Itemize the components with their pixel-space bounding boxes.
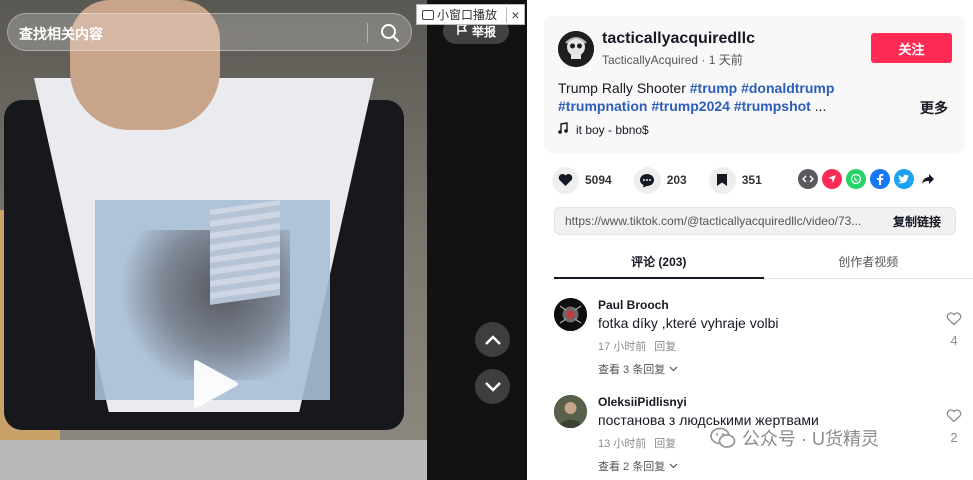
comment-meta: 17 小时前 回复 (598, 338, 676, 354)
page-root: 查找相关内容 举报 小窗口播放 × tacticallyacquiredllc … (0, 0, 973, 480)
view-replies-label: 查看 2 条回复 (598, 461, 666, 473)
embed-icon[interactable] (798, 169, 818, 189)
comment-like-count: 2 (950, 430, 958, 445)
commenter-avatar[interactable] (554, 298, 587, 331)
comment-time: 13 小时前 (598, 438, 647, 450)
tab-creator-videos[interactable]: 创作者视频 (764, 244, 973, 278)
commenter-name[interactable]: Paul Brooch (598, 298, 669, 312)
reply-button[interactable]: 回复 (654, 435, 676, 451)
report-label: 举报 (471, 24, 496, 39)
author-subline: TacticallyAcquired · 1 天前 (602, 51, 743, 68)
post-title: Trump Rally Shooter (558, 80, 686, 96)
author-card: tacticallyacquiredllc TacticallyAcquired… (544, 16, 965, 153)
share-link-box: https://www.tiktok.com/@tacticallyacquir… (554, 207, 956, 235)
dot-separator: · (701, 53, 709, 67)
view-replies-button[interactable]: 查看 3 条回复 (598, 361, 678, 377)
tab-bar: 评论 (203) 创作者视频 (554, 244, 973, 279)
comment-like-button[interactable]: 4 (944, 312, 964, 348)
save-button[interactable]: 351 (708, 166, 762, 194)
share-arrow-icon[interactable] (918, 169, 938, 189)
comment-text: fotka díky ,které vyhraje volbi (598, 315, 779, 331)
more-button[interactable]: 更多 (920, 98, 948, 118)
search-input[interactable]: 查找相关内容 (19, 24, 103, 44)
whatsapp-icon[interactable] (846, 169, 866, 189)
search-bar[interactable]: 查找相关内容 (7, 13, 412, 51)
share-buttons (798, 169, 938, 189)
share-link-text[interactable]: https://www.tiktok.com/@tacticallyacquir… (555, 214, 875, 228)
chevron-down-icon (484, 381, 501, 392)
post-time: 1 天前 (708, 53, 743, 67)
music-title: it boy - bbno$ (576, 122, 649, 137)
heart-outline-icon (946, 409, 962, 423)
facebook-icon[interactable] (870, 169, 890, 189)
pip-icon (422, 9, 434, 20)
bookmark-icon (708, 166, 736, 194)
hashtag-trumpnation[interactable]: #trumpnation (558, 98, 647, 114)
pip-label: 小窗口播放 (437, 8, 498, 22)
description-ellipsis: ... (814, 98, 827, 114)
next-video-button[interactable] (475, 369, 510, 404)
view-replies-label: 查看 3 条回复 (598, 364, 666, 376)
hashtag-donaldtrump[interactable]: #donaldtrump (741, 80, 834, 96)
comment-icon (633, 166, 661, 194)
picture-in-picture-button[interactable]: 小窗口播放 × (416, 4, 525, 25)
hashtag-trump2024[interactable]: #trump2024 (651, 98, 730, 114)
copy-link-button[interactable]: 复制链接 (879, 213, 955, 230)
hashtag-trump[interactable]: #trump (690, 80, 737, 96)
tab-comments[interactable]: 评论 (203) (554, 244, 764, 279)
comment-meta: 13 小时前 回复 (598, 435, 676, 451)
music-note-icon (558, 122, 568, 137)
commenter-name[interactable]: OleksiiPidlisnyi (598, 395, 687, 409)
comment-button[interactable]: 203 (633, 166, 687, 194)
chevron-up-icon (484, 334, 501, 345)
action-bar: 5094 203 351 (552, 166, 784, 194)
video-side-panel (427, 0, 527, 480)
like-button[interactable]: 5094 (552, 166, 612, 194)
twitter-icon[interactable] (894, 169, 914, 189)
follow-button[interactable]: 关注 (871, 33, 952, 63)
music-link[interactable]: it boy - bbno$ (558, 122, 649, 137)
send-icon[interactable] (822, 169, 842, 189)
post-description: Trump Rally Shooter #trump #donaldtrump … (558, 79, 858, 115)
view-replies-button[interactable]: 查看 2 条回复 (598, 458, 678, 474)
wechat-icon (710, 427, 736, 448)
reply-button[interactable]: 回复 (654, 338, 676, 354)
chevron-down-icon (669, 463, 678, 469)
close-icon[interactable]: × (506, 6, 524, 23)
hashtag-trumpshot[interactable]: #trumpshot (734, 98, 811, 114)
watermark-text: 公众号 · U货精灵 (742, 429, 879, 449)
heart-outline-icon (946, 312, 962, 326)
wechat-watermark: 公众号 · U货精灵 (710, 425, 879, 451)
comment-count: 203 (666, 173, 687, 187)
author-handle: TacticallyAcquired (602, 53, 699, 67)
author-avatar[interactable] (558, 31, 594, 67)
play-icon[interactable] (188, 358, 240, 410)
video-printed-flag (210, 200, 280, 305)
search-divider (367, 23, 368, 43)
search-icon[interactable] (379, 22, 401, 44)
commenter-avatar[interactable] (554, 395, 587, 428)
previous-video-button[interactable] (475, 322, 510, 357)
video-tray (0, 440, 430, 480)
comment-like-count: 4 (950, 333, 958, 348)
video-player[interactable]: 查找相关内容 举报 (0, 0, 527, 480)
comment-time: 17 小时前 (598, 341, 647, 353)
author-display-name[interactable]: tacticallyacquiredllc (602, 30, 755, 48)
comment-item: Paul Brooch fotka díky ,které vyhraje vo… (554, 298, 964, 382)
like-count: 5094 (585, 173, 612, 187)
chevron-down-icon (669, 366, 678, 372)
comment-like-button[interactable]: 2 (944, 409, 964, 445)
save-count: 351 (741, 173, 762, 187)
details-panel: tacticallyacquiredllc TacticallyAcquired… (527, 0, 973, 480)
heart-icon (552, 166, 579, 194)
flag-icon (456, 23, 468, 39)
